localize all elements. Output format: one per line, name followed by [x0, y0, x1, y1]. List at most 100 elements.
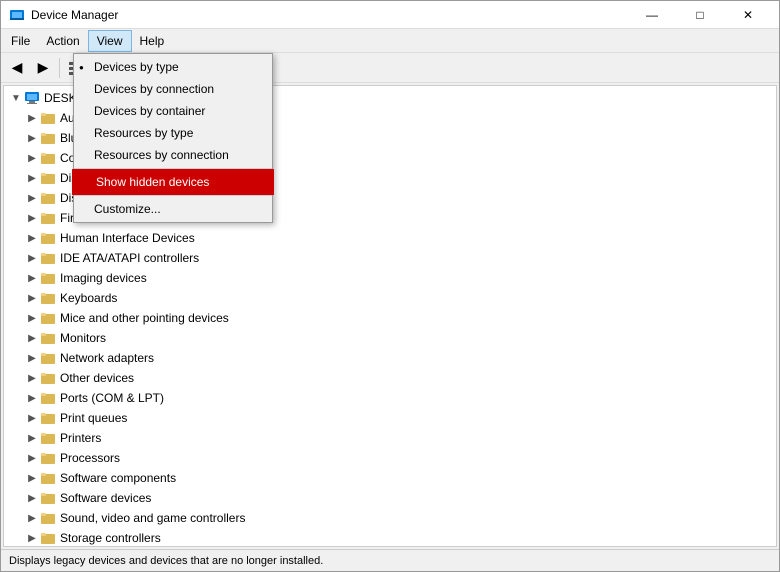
- menu-action[interactable]: Action: [38, 30, 87, 52]
- mice-expand-icon[interactable]: ▶: [24, 310, 40, 326]
- monitors-folder-icon: [40, 330, 56, 346]
- menu-bar: File Action View Help Devices by type De…: [1, 29, 779, 53]
- network-folder-icon: [40, 350, 56, 366]
- printq-expand-icon[interactable]: ▶: [24, 410, 40, 426]
- menu-devices-by-container[interactable]: Devices by container: [74, 100, 272, 122]
- tree-item-software-components[interactable]: ▶ Software components: [4, 468, 776, 488]
- tree-item-other[interactable]: ▶ Other devices: [4, 368, 776, 388]
- software-components-folder-icon: [40, 470, 56, 486]
- disk-expand-icon[interactable]: ▶: [24, 170, 40, 186]
- ideata-folder-icon: [40, 250, 56, 266]
- ideata-label: IDE ATA/ATAPI controllers: [60, 251, 199, 265]
- network-expand-icon[interactable]: ▶: [24, 350, 40, 366]
- tree-item-software-devices[interactable]: ▶ Software devices: [4, 488, 776, 508]
- monitors-label: Monitors: [60, 331, 106, 345]
- mice-label: Mice and other pointing devices: [60, 311, 229, 325]
- menu-file[interactable]: File: [3, 30, 38, 52]
- menu-show-hidden-devices[interactable]: Show hidden devices: [74, 171, 272, 193]
- ports-expand-icon[interactable]: ▶: [24, 390, 40, 406]
- printers-expand-icon[interactable]: ▶: [24, 430, 40, 446]
- tree-item-printq[interactable]: ▶ Print queues: [4, 408, 776, 428]
- menu-devices-by-type[interactable]: Devices by type: [74, 56, 272, 78]
- sound-label: Sound, video and game controllers: [60, 511, 245, 525]
- mice-folder-icon: [40, 310, 56, 326]
- tree-item-ideata[interactable]: ▶ IDE ATA/ATAPI controllers: [4, 248, 776, 268]
- toolbar-separator: [59, 58, 60, 78]
- status-bar: Displays legacy devices and devices that…: [1, 549, 779, 571]
- firmware-expand-icon[interactable]: ▶: [24, 210, 40, 226]
- other-expand-icon[interactable]: ▶: [24, 370, 40, 386]
- menu-resources-by-type[interactable]: Resources by type: [74, 122, 272, 144]
- processors-label: Processors: [60, 451, 120, 465]
- separator-2: [74, 195, 272, 196]
- display-expand-icon[interactable]: ▶: [24, 190, 40, 206]
- storage-folder-icon: [40, 530, 56, 546]
- software-devices-expand-icon[interactable]: ▶: [24, 490, 40, 506]
- root-computer-icon: [24, 90, 40, 106]
- tree-item-mice[interactable]: ▶ Mice and other pointing devices: [4, 308, 776, 328]
- separator-1: [74, 168, 272, 169]
- audio-folder-icon: [40, 110, 56, 126]
- status-text: Displays legacy devices and devices that…: [9, 555, 323, 567]
- window-controls: — □ ✕: [629, 1, 771, 29]
- tree-item-human[interactable]: ▶ Human Interface Devices: [4, 228, 776, 248]
- close-button[interactable]: ✕: [725, 1, 771, 29]
- bluetooth-expand-icon[interactable]: ▶: [24, 130, 40, 146]
- imaging-expand-icon[interactable]: ▶: [24, 270, 40, 286]
- tree-item-keyboards[interactable]: ▶ Keyboards: [4, 288, 776, 308]
- display-folder-icon: [40, 190, 56, 206]
- printq-folder-icon: [40, 410, 56, 426]
- other-label: Other devices: [60, 371, 134, 385]
- disk-folder-icon: [40, 170, 56, 186]
- tree-item-storage[interactable]: ▶ Storage controllers: [4, 528, 776, 547]
- human-folder-icon: [40, 230, 56, 246]
- view-dropdown-menu: Devices by type Devices by connection De…: [73, 53, 273, 223]
- monitors-expand-icon[interactable]: ▶: [24, 330, 40, 346]
- tree-item-network[interactable]: ▶ Network adapters: [4, 348, 776, 368]
- ports-label: Ports (COM & LPT): [60, 391, 164, 405]
- computer-expand-icon[interactable]: ▶: [24, 150, 40, 166]
- tree-item-monitors[interactable]: ▶ Monitors: [4, 328, 776, 348]
- storage-expand-icon[interactable]: ▶: [24, 530, 40, 546]
- audio-expand-icon[interactable]: ▶: [24, 110, 40, 126]
- device-manager-window: Device Manager — □ ✕ File Action View He…: [0, 0, 780, 572]
- printers-folder-icon: [40, 430, 56, 446]
- menu-customize[interactable]: Customize...: [74, 198, 272, 220]
- imaging-folder-icon: [40, 270, 56, 286]
- window-icon: [9, 7, 25, 23]
- sound-expand-icon[interactable]: ▶: [24, 510, 40, 526]
- menu-devices-by-connection[interactable]: Devices by connection: [74, 78, 272, 100]
- sound-folder-icon: [40, 510, 56, 526]
- software-components-expand-icon[interactable]: ▶: [24, 470, 40, 486]
- toolbar-forward-button[interactable]: ▶: [31, 56, 55, 80]
- minimize-button[interactable]: —: [629, 1, 675, 29]
- tree-item-imaging[interactable]: ▶ Imaging devices: [4, 268, 776, 288]
- toolbar-back-button[interactable]: ◀: [5, 56, 29, 80]
- maximize-button[interactable]: □: [677, 1, 723, 29]
- other-folder-icon: [40, 370, 56, 386]
- printers-label: Printers: [60, 431, 101, 445]
- software-components-label: Software components: [60, 471, 176, 485]
- menu-resources-by-connection[interactable]: Resources by connection: [74, 144, 272, 166]
- firmware-folder-icon: [40, 210, 56, 226]
- human-expand-icon[interactable]: ▶: [24, 230, 40, 246]
- ideata-expand-icon[interactable]: ▶: [24, 250, 40, 266]
- processors-folder-icon: [40, 450, 56, 466]
- keyboards-label: Keyboards: [60, 291, 117, 305]
- root-expand-icon[interactable]: ▼: [8, 90, 24, 106]
- tree-item-sound[interactable]: ▶ Sound, video and game controllers: [4, 508, 776, 528]
- title-bar: Device Manager — □ ✕: [1, 1, 779, 29]
- menu-help[interactable]: Help: [132, 30, 173, 52]
- ports-folder-icon: [40, 390, 56, 406]
- software-devices-label: Software devices: [60, 491, 151, 505]
- tree-item-processors[interactable]: ▶ Processors: [4, 448, 776, 468]
- imaging-label: Imaging devices: [60, 271, 147, 285]
- bluetooth-folder-icon: [40, 130, 56, 146]
- keyboards-expand-icon[interactable]: ▶: [24, 290, 40, 306]
- computer-folder-icon: [40, 150, 56, 166]
- human-label: Human Interface Devices: [60, 231, 195, 245]
- menu-view[interactable]: View: [88, 30, 132, 52]
- tree-item-ports[interactable]: ▶ Ports (COM & LPT): [4, 388, 776, 408]
- tree-item-printers[interactable]: ▶ Printers: [4, 428, 776, 448]
- processors-expand-icon[interactable]: ▶: [24, 450, 40, 466]
